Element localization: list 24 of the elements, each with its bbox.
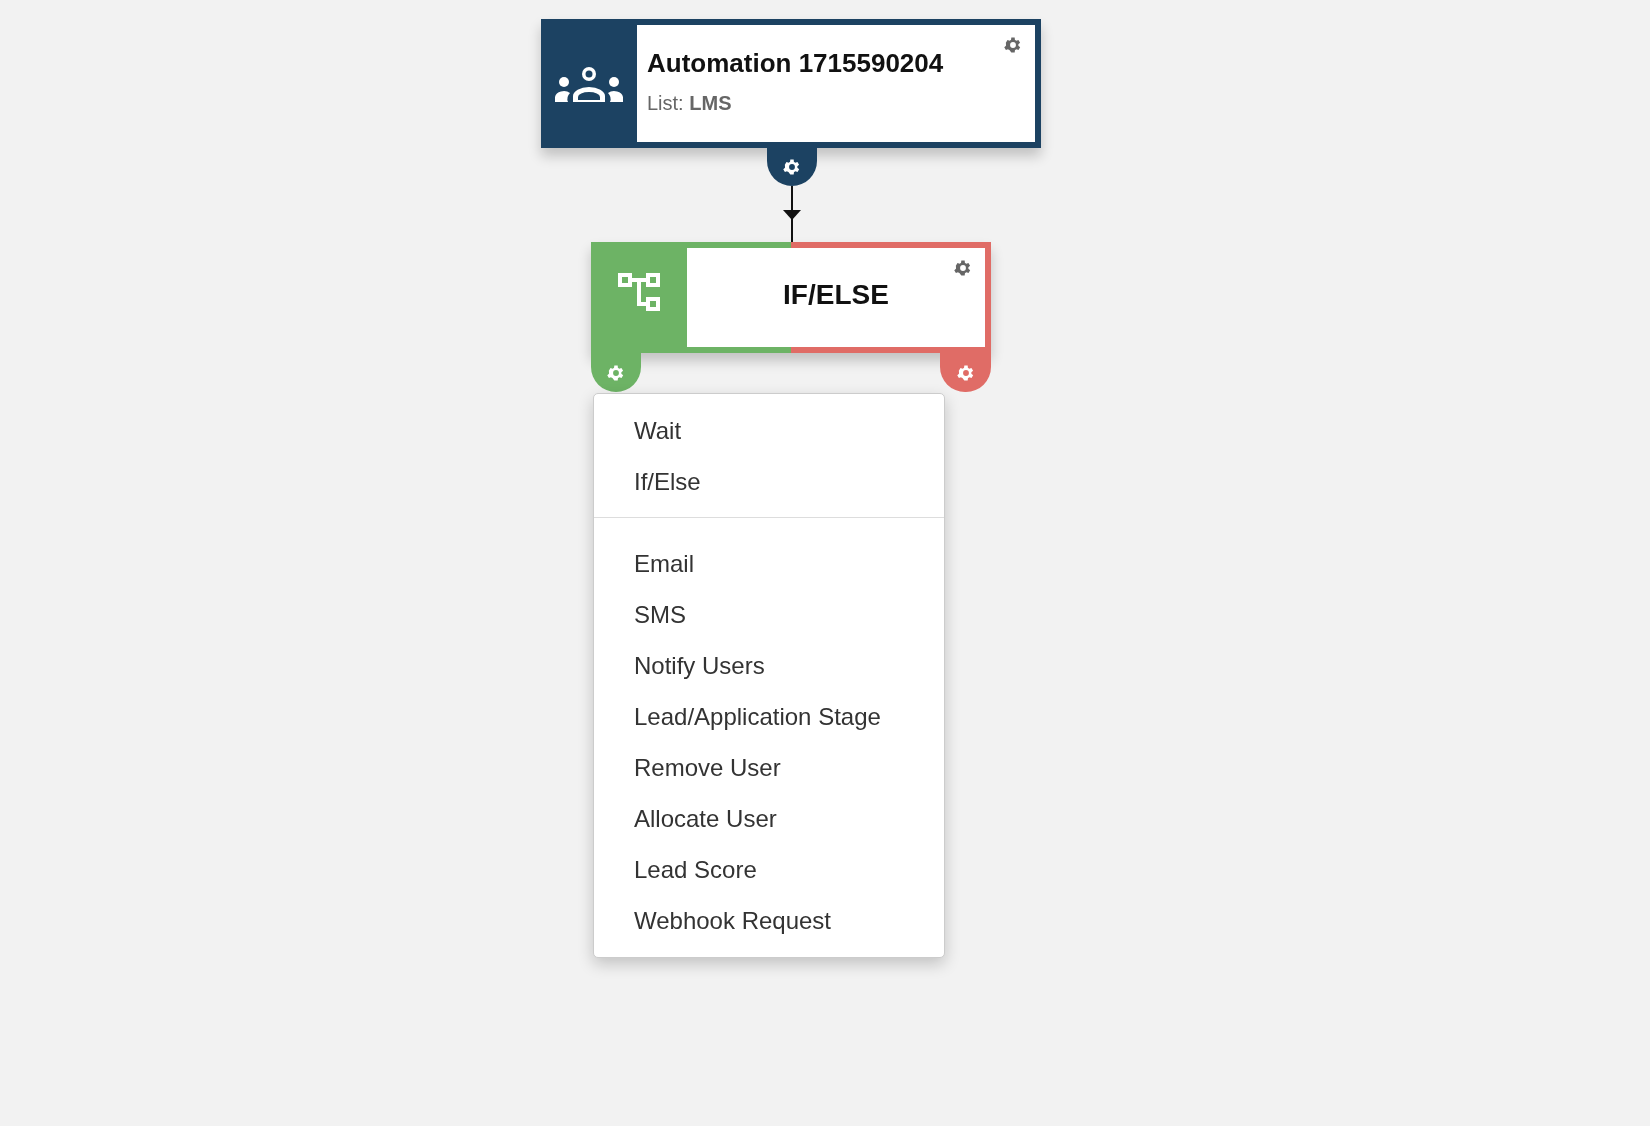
- automation-title: Automation 1715590204: [647, 47, 945, 79]
- connector-arrow: [782, 186, 802, 242]
- settings-tab[interactable]: [767, 148, 817, 186]
- users-group-icon: [555, 65, 623, 102]
- list-info: List: LMS: [647, 91, 733, 115]
- if-else-title: IF/ELSE: [783, 277, 889, 312]
- menu-item[interactable]: Email: [594, 538, 944, 589]
- menu-item[interactable]: Lead/Application Stage: [594, 691, 944, 742]
- yes-branch-tab[interactable]: [591, 353, 641, 392]
- menu-item[interactable]: Allocate User: [594, 793, 944, 844]
- menu-item[interactable]: Webhook Request: [594, 895, 944, 946]
- menu-item[interactable]: Remove User: [594, 742, 944, 793]
- no-branch-tab[interactable]: [940, 353, 991, 392]
- menu-item[interactable]: Notify Users: [594, 640, 944, 691]
- if-else-node[interactable]: IF/ELSE: [591, 242, 991, 353]
- menu-item[interactable]: If/Else: [594, 456, 944, 507]
- menu-item[interactable]: SMS: [594, 589, 944, 640]
- settings-icon[interactable]: [953, 258, 973, 278]
- menu-item[interactable]: Lead Score: [594, 844, 944, 895]
- branch-tree-icon: [618, 272, 660, 311]
- menu-item[interactable]: Wait: [594, 405, 944, 456]
- trigger-node[interactable]: Automation 1715590204 List: LMS: [541, 19, 1041, 148]
- settings-icon: [782, 157, 802, 177]
- settings-icon[interactable]: [1003, 35, 1023, 55]
